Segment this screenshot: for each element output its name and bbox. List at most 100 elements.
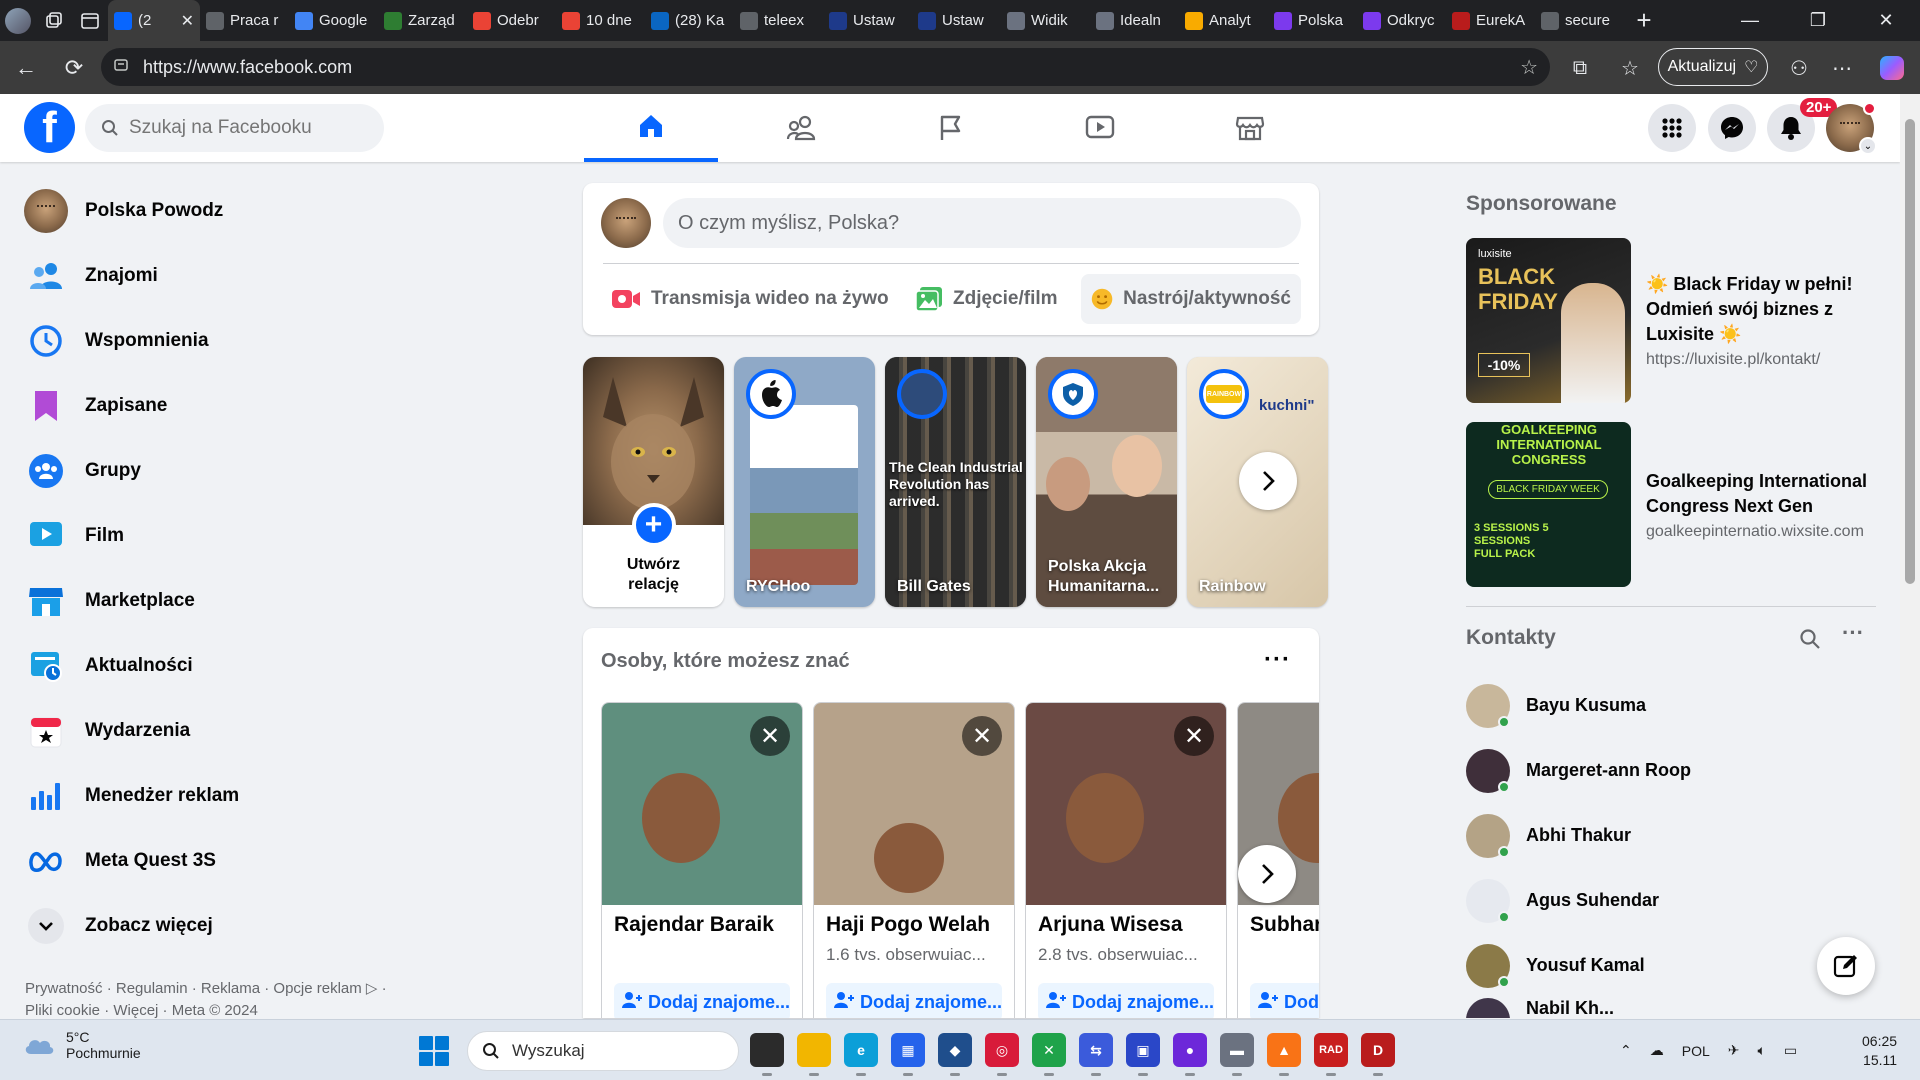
close-tab-icon[interactable]: ✕ bbox=[181, 11, 194, 31]
stories-next-button[interactable] bbox=[1239, 452, 1297, 510]
messenger-button[interactable] bbox=[1708, 104, 1756, 152]
weather-widget[interactable]: 5°C Pochmurnie bbox=[22, 1029, 141, 1061]
scrollbar-thumb[interactable] bbox=[1905, 119, 1915, 584]
browser-tab[interactable]: Praca r bbox=[200, 0, 289, 41]
language-indicator[interactable]: POL bbox=[1682, 1043, 1710, 1059]
minimize-button[interactable]: — bbox=[1716, 0, 1784, 41]
browser-tab[interactable]: Zarząd bbox=[378, 0, 467, 41]
browser-tab[interactable]: Widik bbox=[1001, 0, 1090, 41]
maximize-button[interactable]: ❐ bbox=[1784, 0, 1852, 41]
favorites-icon[interactable]: ☆ bbox=[1613, 51, 1647, 85]
menu-button[interactable] bbox=[1648, 104, 1696, 152]
browser-tab[interactable]: Idealn bbox=[1090, 0, 1179, 41]
sidebar-item[interactable]: Film bbox=[16, 503, 416, 568]
composer-input[interactable]: O czym myślisz, Polska? bbox=[663, 198, 1301, 248]
person-photo[interactable]: ✕ bbox=[814, 703, 1014, 905]
vlc-icon[interactable]: ▲ bbox=[1267, 1033, 1301, 1076]
battery-icon[interactable]: ▭ bbox=[1784, 1042, 1797, 1059]
browser-tab[interactable]: 10 dne bbox=[556, 0, 645, 41]
tab-friends[interactable] bbox=[734, 94, 868, 162]
edge-icon[interactable]: e bbox=[844, 1033, 878, 1076]
show-hidden-icons-icon[interactable]: ⌃ bbox=[1620, 1042, 1632, 1059]
browser-tab[interactable]: Odebr bbox=[467, 0, 556, 41]
copilot-icon[interactable] bbox=[1875, 51, 1909, 85]
tab-marketplace[interactable] bbox=[1183, 94, 1317, 162]
facebook-logo[interactable]: f bbox=[24, 102, 75, 153]
virtualbox-icon[interactable]: ◆ bbox=[938, 1033, 972, 1076]
contact-item[interactable]: Margeret-ann Roop bbox=[1466, 738, 1691, 803]
sidebar-item[interactable]: Marketplace bbox=[16, 568, 416, 633]
browser-tab[interactable]: Odkryc bbox=[1357, 0, 1446, 41]
browser-tab[interactable]: (2 ✕ bbox=[108, 0, 200, 41]
dismiss-icon[interactable]: ✕ bbox=[1174, 716, 1214, 756]
live-video-button[interactable]: Transmisja wideo na żywo bbox=[601, 274, 899, 324]
task-view-icon[interactable] bbox=[750, 1033, 784, 1076]
person-card[interactable]: ✕ Haji Pogo Welah 1.6 tvs. obserwuiac... Do… bbox=[813, 702, 1015, 1018]
favorite-star-icon[interactable]: ☆ bbox=[1520, 55, 1538, 80]
refresh-button[interactable]: ⟳ bbox=[50, 44, 98, 92]
new-tab-button[interactable]: + bbox=[1624, 5, 1664, 36]
network-app-icon[interactable]: ⇆ bbox=[1079, 1033, 1113, 1076]
sidebar-item[interactable]: Zapisane bbox=[16, 373, 416, 438]
photo-video-button[interactable]: Zdjęcie/film bbox=[905, 274, 1068, 324]
browser-tab[interactable]: Google bbox=[289, 0, 378, 41]
pdf-app-icon[interactable]: ◎ bbox=[985, 1033, 1019, 1076]
page-scrollbar[interactable] bbox=[1900, 94, 1920, 1019]
contacts-search-icon[interactable] bbox=[1799, 628, 1821, 655]
file-explorer-icon[interactable] bbox=[797, 1033, 831, 1076]
tab-watch[interactable] bbox=[1033, 94, 1167, 162]
browser-tab[interactable]: teleex bbox=[734, 0, 823, 41]
browser-tab[interactable]: Analyt bbox=[1179, 0, 1268, 41]
person-photo[interactable]: ✕ bbox=[1026, 703, 1226, 905]
contact-item[interactable]: Yousuf Kamal bbox=[1466, 933, 1645, 998]
contact-item[interactable]: Bayu Kusuma bbox=[1466, 673, 1646, 738]
more-options-icon[interactable]: ··· bbox=[1264, 646, 1291, 674]
tab-home[interactable] bbox=[584, 94, 718, 162]
add-story-plus-icon[interactable]: + bbox=[631, 503, 676, 547]
search-input[interactable] bbox=[129, 117, 349, 139]
back-button[interactable]: ← bbox=[2, 44, 50, 92]
contacts-more-icon[interactable]: ··· bbox=[1842, 620, 1864, 646]
feeling-activity-button[interactable]: Nastrój/aktywność bbox=[1081, 274, 1301, 324]
xbox-icon[interactable]: ✕ bbox=[1032, 1033, 1066, 1076]
taskbar-search[interactable]: Wyszukaj bbox=[467, 1031, 739, 1071]
site-info-icon[interactable] bbox=[113, 57, 131, 78]
tab-pages[interactable] bbox=[884, 94, 1018, 162]
vertical-tabs-icon[interactable] bbox=[72, 0, 108, 41]
person-card[interactable]: ✕ Rajendar Baraik Dodaj znajome... bbox=[601, 702, 803, 1018]
sidebar-item[interactable]: Polska Powodz bbox=[16, 178, 416, 243]
add-friend-button[interactable]: Dodaj znajome... bbox=[826, 983, 1002, 1018]
person-name[interactable]: Subhar bbox=[1238, 905, 1319, 937]
save-app-icon[interactable]: ▣ bbox=[1126, 1033, 1160, 1076]
story-card[interactable]: The Clean Industrial Revolution has arri… bbox=[885, 357, 1026, 607]
sidebar-item[interactable]: Wspomnienia bbox=[16, 308, 416, 373]
share-icon[interactable]: ⚇ bbox=[1782, 51, 1816, 85]
person-photo[interactable]: ✕ bbox=[602, 703, 802, 905]
person-name[interactable]: Rajendar Baraik bbox=[602, 905, 802, 937]
extensions-icon[interactable]: ⧉ bbox=[1563, 51, 1597, 85]
dismiss-icon[interactable]: ✕ bbox=[962, 716, 1002, 756]
radio-app-icon[interactable]: RAD bbox=[1314, 1033, 1348, 1076]
store-icon[interactable]: ▦ bbox=[891, 1033, 925, 1076]
volume-icon[interactable]: 🔈︎ bbox=[1757, 1042, 1765, 1059]
facebook-search[interactable] bbox=[85, 104, 384, 152]
airplane-mode-icon[interactable]: ✈ bbox=[1728, 1042, 1740, 1059]
add-friend-button[interactable]: Dodaj znajome... bbox=[614, 983, 790, 1018]
sidebar-item[interactable]: Grupy bbox=[16, 438, 416, 503]
sponsored-ad[interactable]: luxisite BLACK FRIDAY -10% ☀️ Black Frid… bbox=[1466, 238, 1876, 403]
workspaces-icon[interactable] bbox=[36, 0, 72, 41]
contact-item[interactable]: Abhi Thakur bbox=[1466, 803, 1631, 868]
sidebar-item[interactable]: Meta Quest 3S bbox=[16, 828, 416, 893]
update-button[interactable]: Aktualizuj ♡ bbox=[1658, 48, 1768, 86]
browser-tab[interactable]: secure bbox=[1535, 0, 1624, 41]
sidebar-item[interactable]: Aktualności bbox=[16, 633, 416, 698]
add-friend-button[interactable]: Dodaj znajome... bbox=[1038, 983, 1214, 1018]
address-bar[interactable]: https://www.facebook.com ☆ bbox=[101, 48, 1550, 86]
browser-tab[interactable]: Ustaw bbox=[912, 0, 1001, 41]
sponsored-ad[interactable]: GOALKEEPING INTERNATIONAL CONGRESS BLACK… bbox=[1466, 422, 1876, 587]
browser-tab[interactable]: EurekA bbox=[1446, 0, 1535, 41]
hard-drive-icon[interactable]: ▬ bbox=[1220, 1033, 1254, 1076]
sidebar-item[interactable]: Menedżer reklam bbox=[16, 763, 416, 828]
onedrive-icon[interactable]: ☁ bbox=[1650, 1042, 1664, 1059]
contact-item[interactable]: Agus Suhendar bbox=[1466, 868, 1659, 933]
